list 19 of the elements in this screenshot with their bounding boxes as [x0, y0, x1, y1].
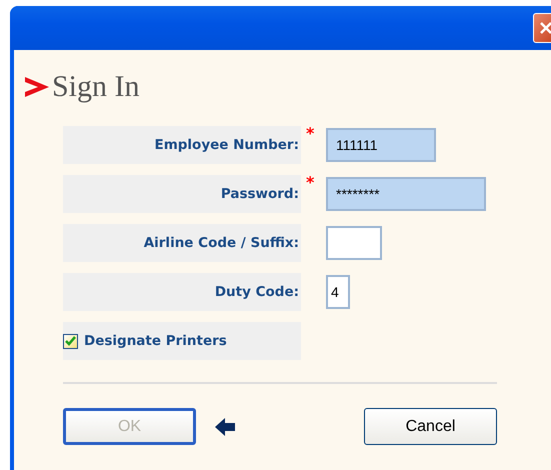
field-label: Employee Number: — [63, 126, 301, 164]
dialog-heading: Sign In — [52, 70, 140, 104]
cancel-button[interactable]: Cancel — [364, 408, 497, 445]
check-icon — [65, 336, 76, 346]
required-marker: * — [306, 175, 314, 191]
required-marker: * — [306, 126, 314, 142]
close-icon — [539, 21, 551, 35]
checkbox-option[interactable]: Designate Printers — [63, 322, 301, 360]
field-label: Password: — [63, 175, 301, 213]
left-arrow-icon — [214, 416, 236, 436]
password-field[interactable]: ******** — [326, 177, 486, 211]
input-field[interactable]: 4 — [326, 275, 350, 309]
field-label: Airline Code / Suffix: — [63, 224, 301, 262]
input-field[interactable]: 111111 — [326, 128, 436, 162]
input-field[interactable] — [326, 226, 382, 260]
checkbox[interactable] — [63, 334, 78, 348]
chevron-icon — [24, 76, 50, 98]
field-label: Duty Code: — [63, 273, 301, 311]
checkbox-label: Designate Printers — [84, 333, 227, 349]
